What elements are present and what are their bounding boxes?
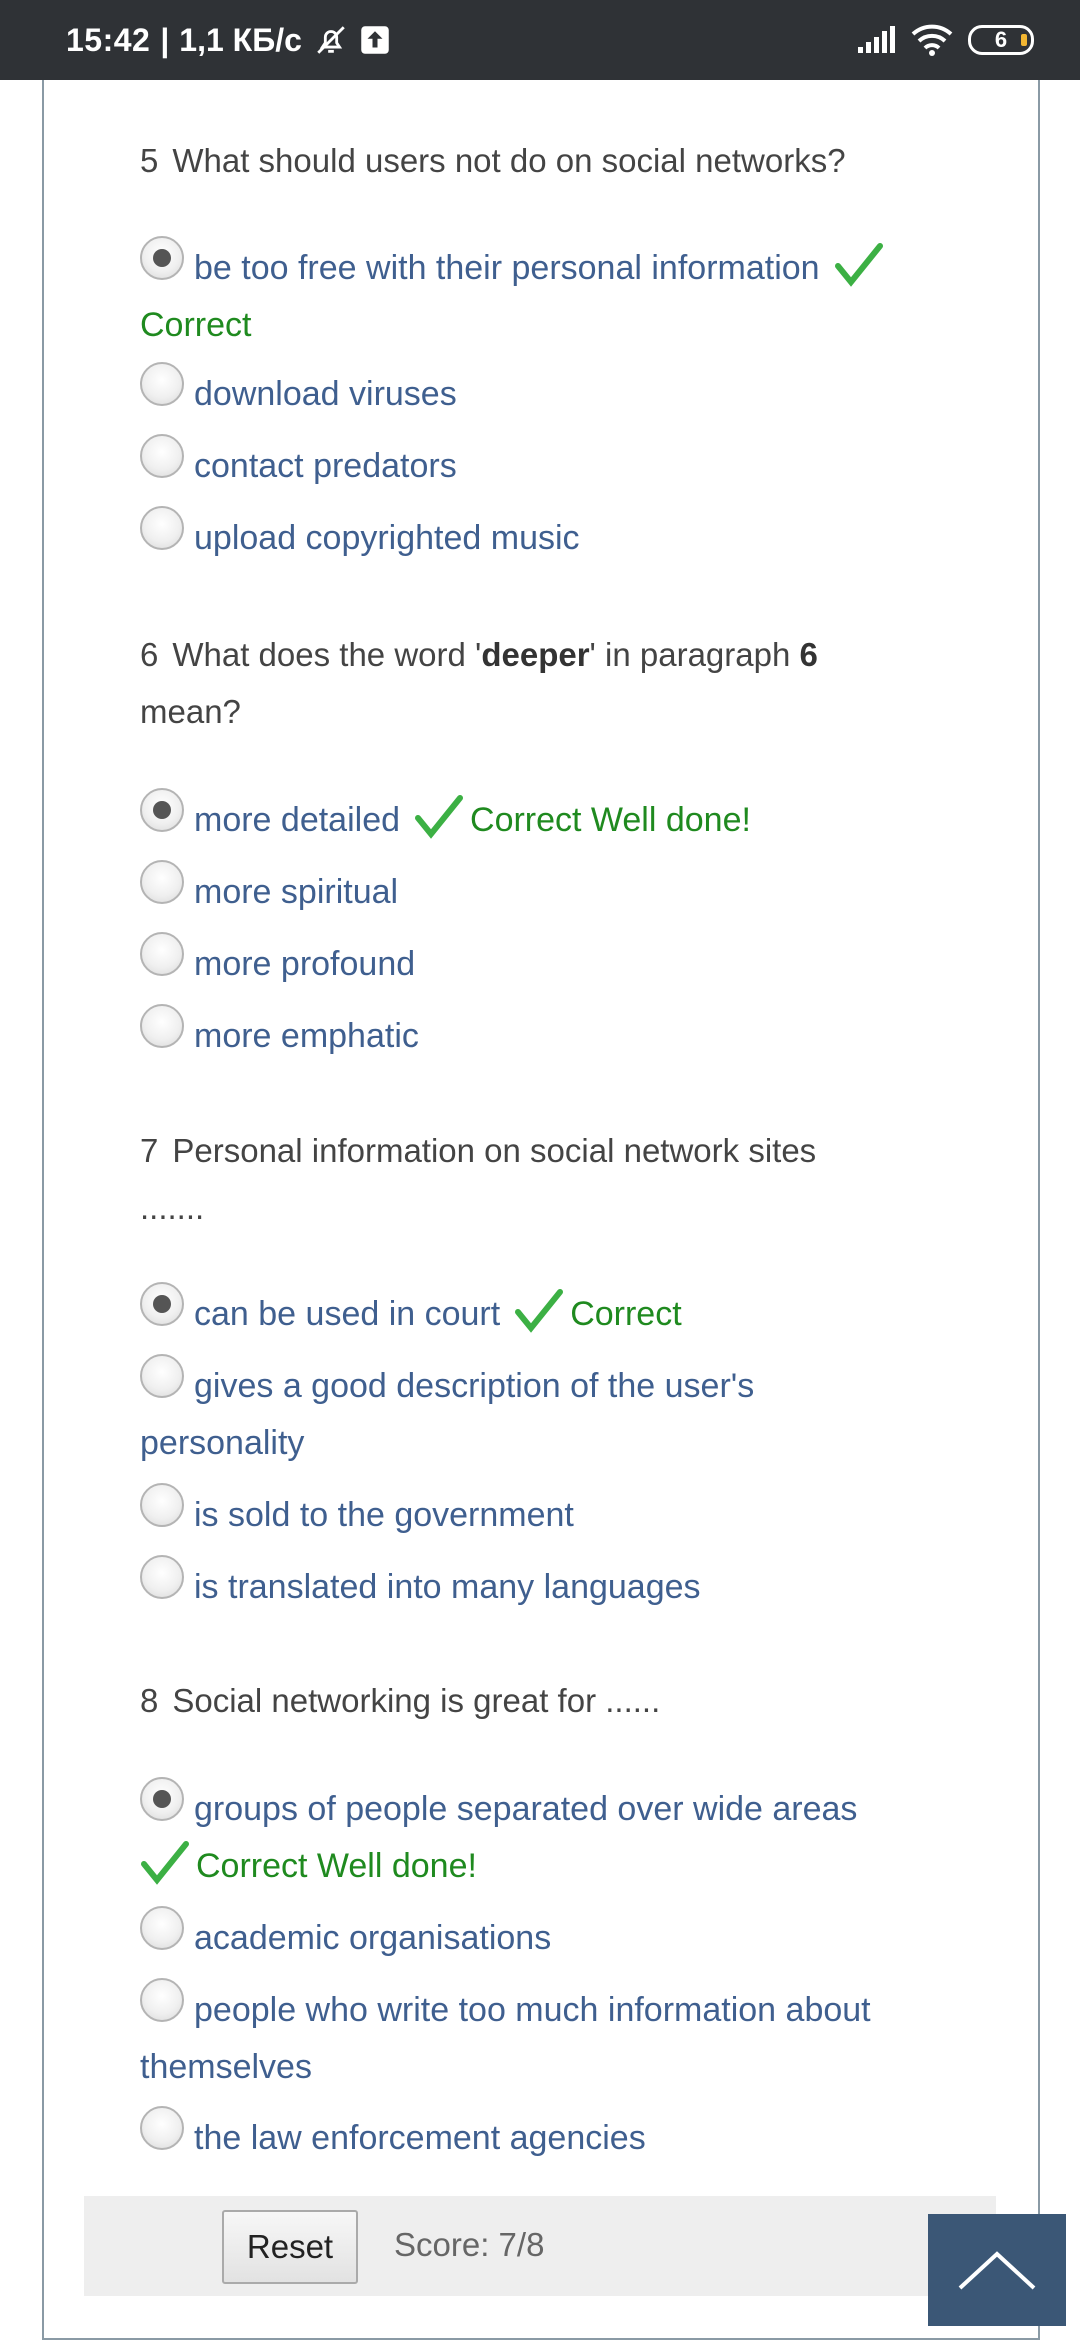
- question-text: Personal information on social network s…: [172, 1132, 817, 1169]
- option-q7-1[interactable]: can be used in court Correct: [140, 1282, 940, 1343]
- option-label-continued: personality: [140, 1424, 305, 1462]
- feedback-correct: Correct Well done!: [470, 801, 751, 839]
- radio-selected[interactable]: [140, 1282, 184, 1326]
- question-5: 5 What should users not do on social netw…: [140, 132, 940, 189]
- radio[interactable]: [140, 1483, 184, 1527]
- option-label: be too free with their personal informat…: [194, 249, 820, 287]
- status-bar: 15:42 | 1,1 КБ/с 6: [0, 0, 1080, 80]
- option-label: more emphatic: [194, 1017, 419, 1055]
- option-label-continued: themselves: [140, 2048, 312, 2086]
- feedback-correct: Correct Well done!: [196, 1847, 477, 1885]
- score-text: Score: 7/8: [394, 2226, 545, 2263]
- quiz-footer: Reset Score: 7/8: [84, 2196, 996, 2296]
- option-label: groups of people separated over wide are…: [194, 1790, 858, 1828]
- radio[interactable]: [140, 1555, 184, 1599]
- option-label: upload copyrighted music: [194, 519, 580, 557]
- checkmark-icon: [415, 795, 464, 839]
- chevron-up-icon: [958, 2251, 1036, 2290]
- option-q5-2[interactable]: download viruses: [140, 362, 940, 423]
- scroll-to-top-button[interactable]: [928, 2214, 1066, 2326]
- checkmark-icon: [834, 243, 883, 287]
- option-label: more profound: [194, 945, 416, 983]
- status-separator: |: [160, 21, 170, 58]
- battery-icon: 6: [968, 25, 1034, 55]
- question-6: 6 What does the word 'deeper' in paragrap…: [140, 626, 940, 740]
- option-q8-3[interactable]: people who write too much information ab…: [140, 1978, 940, 2096]
- radio-selected[interactable]: [140, 236, 184, 280]
- radio[interactable]: [140, 860, 184, 904]
- status-time: 15:42: [66, 21, 151, 58]
- option-label: contact predators: [194, 447, 457, 485]
- upload-icon: [361, 26, 389, 54]
- radio-selected[interactable]: [140, 788, 184, 832]
- question-text: ' in paragraph: [589, 636, 800, 673]
- option-q5-3[interactable]: contact predators: [140, 434, 940, 495]
- radio[interactable]: [140, 1978, 184, 2022]
- option-label: download viruses: [194, 375, 457, 413]
- radio[interactable]: [140, 506, 184, 550]
- option-q7-4[interactable]: is translated into many languages: [140, 1555, 940, 1616]
- option-label: can be used in court: [194, 1295, 501, 1333]
- question-8: 8 Social networking is great for ......: [140, 1672, 940, 1729]
- option-label: is translated into many languages: [194, 1568, 701, 1606]
- question-number: 6: [140, 636, 159, 673]
- radio-selected[interactable]: [140, 1777, 184, 1821]
- radio[interactable]: [140, 932, 184, 976]
- option-q5-4[interactable]: upload copyrighted music: [140, 506, 940, 567]
- option-q7-3[interactable]: is sold to the government: [140, 1483, 940, 1544]
- radio[interactable]: [140, 2106, 184, 2150]
- option-q8-1[interactable]: groups of people separated over wide are…: [140, 1777, 940, 1895]
- question-text: What should users not do on social netwo…: [172, 142, 846, 179]
- feedback-correct: Correct: [570, 1295, 682, 1333]
- option-label: more spiritual: [194, 873, 399, 911]
- radio[interactable]: [140, 1004, 184, 1048]
- option-label: more detailed: [194, 801, 401, 839]
- option-label: people who write too much information ab…: [194, 1991, 871, 2029]
- question-7: 7 Personal information on social network …: [140, 1122, 940, 1236]
- option-q6-3[interactable]: more profound: [140, 932, 940, 993]
- network-speed: 1,1 КБ/с: [179, 21, 302, 58]
- question-text: Social networking is great for ......: [172, 1682, 661, 1719]
- question-text: What does the word ': [172, 636, 482, 673]
- question-number: 5: [140, 142, 159, 179]
- question-text: mean?: [140, 693, 241, 730]
- radio[interactable]: [140, 1354, 184, 1398]
- wifi-icon: [911, 24, 953, 56]
- option-label: gives a good description of the user's: [194, 1367, 755, 1405]
- question-number: 8: [140, 1682, 159, 1719]
- question-text: .......: [140, 1189, 205, 1226]
- option-q7-2[interactable]: gives a good description of the user's pe…: [140, 1354, 940, 1472]
- feedback-correct: Correct: [140, 306, 252, 344]
- option-q6-1[interactable]: more detailed Correct Well done!: [140, 788, 940, 849]
- option-q8-4[interactable]: the law enforcement agencies: [140, 2106, 940, 2167]
- radio[interactable]: [140, 434, 184, 478]
- question-keyword: deeper: [481, 636, 590, 673]
- signal-icon: [858, 26, 895, 53]
- option-q8-2[interactable]: academic organisations: [140, 1906, 940, 1967]
- option-q6-4[interactable]: more emphatic: [140, 1004, 940, 1065]
- mute-bell-icon: [317, 26, 345, 54]
- question-number: 7: [140, 1132, 159, 1169]
- option-label: the law enforcement agencies: [194, 2119, 646, 2157]
- checkmark-icon: [515, 1289, 564, 1333]
- battery-level: 6: [994, 27, 1008, 52]
- paragraph-number: 6: [799, 636, 818, 673]
- radio[interactable]: [140, 362, 184, 406]
- option-q6-2[interactable]: more spiritual: [140, 860, 940, 921]
- option-label: is sold to the government: [194, 1496, 574, 1534]
- option-label: academic organisations: [194, 1919, 552, 1957]
- radio[interactable]: [140, 1906, 184, 1950]
- checkmark-icon: [141, 1841, 189, 1885]
- reset-button[interactable]: Reset: [222, 2210, 358, 2284]
- option-q5-1[interactable]: be too free with their personal informat…: [140, 236, 940, 354]
